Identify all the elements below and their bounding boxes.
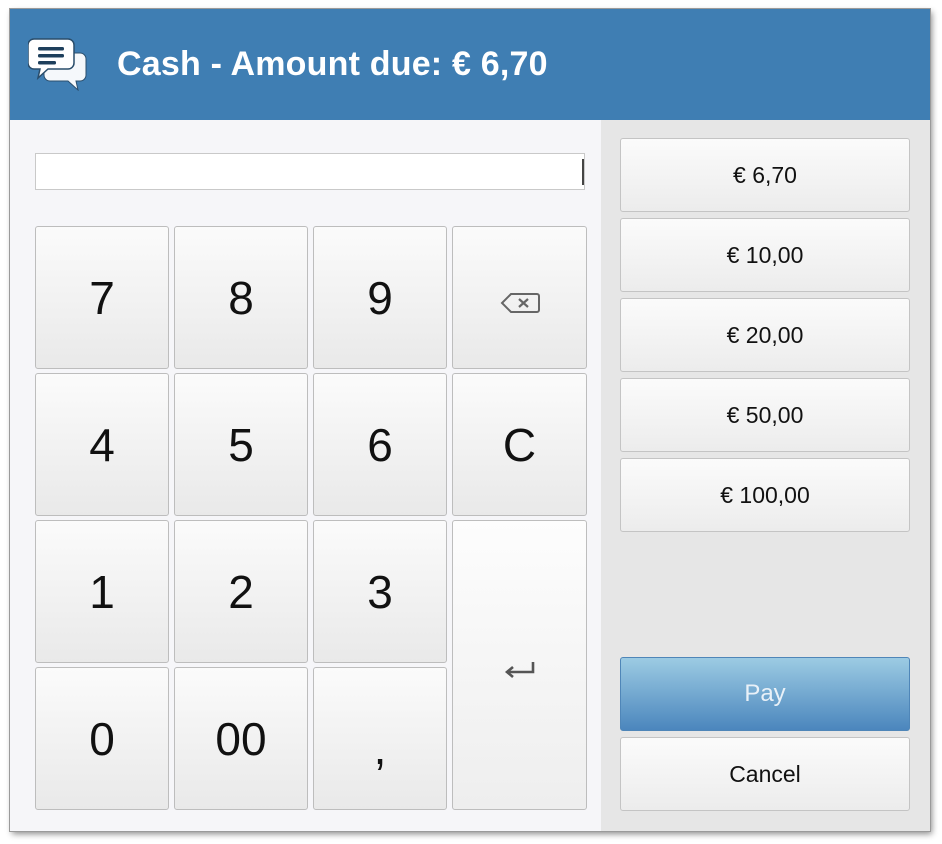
key-3[interactable]: 3 (313, 520, 447, 663)
quick-amount-button[interactable]: € 20,00 (620, 298, 910, 372)
key-4[interactable]: 4 (35, 373, 169, 516)
key-9[interactable]: 9 (313, 226, 447, 369)
clear-button[interactable]: C (452, 373, 587, 516)
key-7[interactable]: 7 (35, 226, 169, 369)
dialog-title: Cash - Amount due: € 6,70 (117, 45, 548, 83)
key-6[interactable]: 6 (313, 373, 447, 516)
keypad-panel: 7 8 9 4 5 6 C 1 2 3 0 00 , (10, 120, 601, 831)
amount-input[interactable] (35, 153, 585, 190)
backspace-icon (500, 271, 540, 325)
title-bar: Cash - Amount due: € 6,70 (10, 9, 930, 120)
key-comma[interactable]: , (313, 667, 447, 810)
pay-button[interactable]: Pay (620, 657, 910, 731)
key-8[interactable]: 8 (174, 226, 308, 369)
key-5[interactable]: 5 (174, 373, 308, 516)
key-0[interactable]: 0 (35, 667, 169, 810)
key-00[interactable]: 00 (174, 667, 308, 810)
quick-amount-button[interactable]: € 6,70 (620, 138, 910, 212)
quick-amount-panel: € 6,70 € 10,00 € 20,00 € 50,00 € 100,00 … (601, 120, 930, 831)
cancel-button[interactable]: Cancel (620, 737, 910, 811)
cash-payment-dialog: Cash - Amount due: € 6,70 7 8 9 4 5 6 C … (10, 9, 930, 831)
quick-amount-button[interactable]: € 100,00 (620, 458, 910, 532)
quick-amount-button[interactable]: € 10,00 (620, 218, 910, 292)
key-2[interactable]: 2 (174, 520, 308, 663)
quick-amount-button[interactable]: € 50,00 (620, 378, 910, 452)
key-1[interactable]: 1 (35, 520, 169, 663)
enter-button[interactable] (452, 520, 587, 810)
chat-bubbles-icon (27, 35, 90, 92)
backspace-button[interactable] (452, 226, 587, 369)
text-caret (582, 159, 584, 185)
enter-icon (503, 638, 537, 692)
